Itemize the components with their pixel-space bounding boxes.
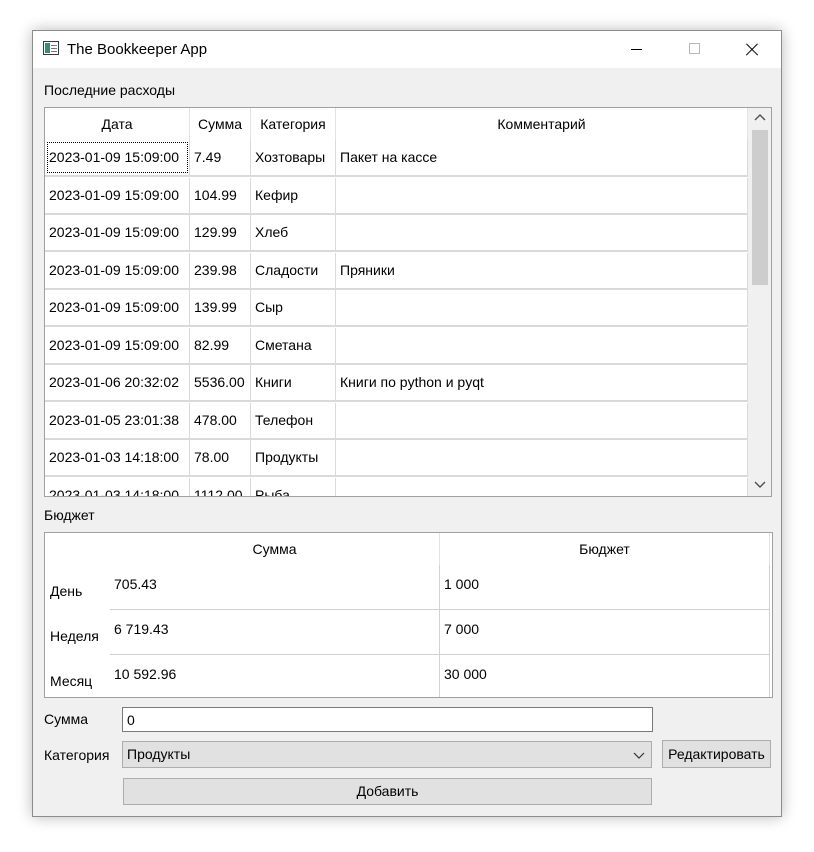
cell-category[interactable]: Хлеб [251, 215, 336, 250]
budget-table[interactable]: Сумма Бюджет День 705.43 1 000 Неделя 6 719.43… [44, 532, 773, 698]
table-row[interactable]: 2023-01-09 15:09:00 239.98 Сладости Пряники [45, 252, 748, 290]
cell-date[interactable]: 2023-01-03 14:18:00 [45, 440, 190, 475]
table-row[interactable]: 2023-01-09 15:09:00 139.99 Сыр [45, 290, 748, 327]
column-header[interactable]: Сумма [190, 108, 251, 140]
row-header[interactable]: День [45, 565, 110, 610]
cell-category[interactable]: Хозтовары [251, 140, 336, 175]
cell-category[interactable]: Сладости [251, 252, 336, 288]
sum-label: Сумма [44, 711, 88, 727]
scrollbar-thumb[interactable] [752, 130, 768, 285]
expenses-table[interactable]: Дата Сумма Категория Комментарий 2023-01-09… [44, 107, 772, 497]
app-icon [43, 41, 59, 55]
table-row[interactable]: 2023-01-09 15:09:00 7.49 Хозтовары Пакет на… [45, 140, 748, 177]
cell-category[interactable]: Кефир [251, 177, 336, 213]
cell-category[interactable]: Книги [251, 365, 336, 400]
expenses-section-label: Последние расходы [44, 82, 176, 98]
table-row[interactable]: 2023-01-09 15:09:00 129.99 Хлеб [45, 215, 748, 252]
cell-category[interactable]: Рыба [251, 477, 336, 496]
cell-date[interactable]: 2023-01-09 15:09:00 [45, 327, 190, 363]
cell-date[interactable]: 2023-01-06 20:32:02 [45, 365, 190, 400]
table-row[interactable]: 2023-01-06 20:32:02 5536.00 Книги Книги по … [45, 365, 748, 402]
cell-comment[interactable] [336, 327, 748, 363]
table-row[interactable]: 2023-01-03 14:18:00 78.00 Продукты [45, 440, 748, 477]
column-header[interactable]: Дата [45, 108, 190, 140]
add-button[interactable]: Добавить [123, 778, 652, 805]
cell-amount[interactable]: 478.00 [190, 402, 251, 438]
maximize-button[interactable] [665, 31, 723, 68]
cell-amount[interactable]: 1112.00 [190, 477, 251, 496]
cell-date[interactable]: 2023-01-09 15:09:00 [45, 290, 190, 325]
table-row[interactable]: 2023-01-09 15:09:00 104.99 Кефир [45, 177, 748, 215]
cell-sum[interactable]: 10 592.96 [110, 655, 440, 697]
table-row[interactable]: 2023-01-03 14:18:00 1112.00 Рыба [45, 477, 748, 496]
cell-comment[interactable] [336, 402, 748, 438]
cell-sum[interactable]: 705.43 [110, 565, 440, 610]
cell-comment[interactable]: Пряники [336, 252, 748, 288]
column-header[interactable]: Бюджет [440, 533, 770, 565]
table-row[interactable]: 2023-01-09 15:09:00 82.99 Сметана [45, 327, 748, 365]
cell-budget[interactable]: 1 000 [440, 565, 770, 610]
edit-button[interactable]: Редактировать [662, 740, 771, 768]
cell-amount[interactable]: 239.98 [190, 252, 251, 288]
cell-category[interactable]: Продукты [251, 440, 336, 475]
cell-amount[interactable]: 78.00 [190, 440, 251, 475]
budget-section-label: Бюджет [44, 507, 95, 523]
main-window: The Bookkeeper App Последние расходы Дат… [32, 30, 782, 817]
scroll-up-icon[interactable] [748, 108, 771, 128]
cell-amount[interactable]: 104.99 [190, 177, 251, 213]
column-header[interactable]: Категория [251, 108, 336, 140]
expenses-table-header: Дата Сумма Категория Комментарий [45, 108, 748, 140]
cell-amount[interactable]: 82.99 [190, 327, 251, 363]
row-header[interactable]: Месяц [45, 655, 110, 697]
category-select[interactable]: Продукты [122, 741, 652, 768]
cell-sum[interactable]: 6 719.43 [110, 610, 440, 655]
category-select-value: Продукты [127, 746, 191, 762]
cell-date[interactable]: 2023-01-09 15:09:00 [45, 177, 190, 213]
cell-category[interactable]: Телефон [251, 402, 336, 438]
minimize-button[interactable] [607, 31, 665, 68]
cell-comment[interactable] [336, 215, 748, 250]
cell-date[interactable]: 2023-01-03 14:18:00 [45, 477, 190, 496]
chevron-down-icon [633, 748, 645, 760]
cell-category[interactable]: Сметана [251, 327, 336, 363]
title-bar[interactable]: The Bookkeeper App [33, 31, 781, 68]
cell-amount[interactable]: 5536.00 [190, 365, 251, 400]
cell-date[interactable]: 2023-01-09 15:09:00 [45, 252, 190, 288]
expenses-scrollbar[interactable] [748, 108, 771, 496]
cell-date[interactable]: 2023-01-09 15:09:00 [45, 140, 190, 175]
cell-comment[interactable]: Пакет на кассе [336, 140, 748, 175]
table-row[interactable]: 2023-01-05 23:01:38 478.00 Телефон [45, 402, 748, 440]
cell-budget[interactable]: 7 000 [440, 610, 770, 655]
cell-date[interactable]: 2023-01-05 23:01:38 [45, 402, 190, 438]
cell-category[interactable]: Сыр [251, 290, 336, 325]
cell-comment[interactable]: Книги по python и pyqt [336, 365, 748, 400]
close-button[interactable] [723, 31, 781, 68]
sum-input[interactable] [122, 707, 653, 732]
cell-comment[interactable] [336, 477, 748, 496]
budget-table-corner [45, 533, 110, 565]
cell-amount[interactable]: 129.99 [190, 215, 251, 250]
column-header[interactable]: Комментарий [336, 108, 748, 140]
row-header[interactable]: Неделя [45, 610, 110, 655]
cell-budget[interactable]: 30 000 [440, 655, 770, 697]
column-header[interactable]: Сумма [110, 533, 440, 565]
category-label: Категория [44, 747, 110, 763]
cell-amount[interactable]: 139.99 [190, 290, 251, 325]
scroll-down-icon[interactable] [748, 476, 771, 496]
cell-comment[interactable] [336, 440, 748, 475]
cell-comment[interactable] [336, 177, 748, 213]
window-title: The Bookkeeper App [67, 41, 208, 58]
cell-comment[interactable] [336, 290, 748, 325]
cell-amount[interactable]: 7.49 [190, 140, 251, 175]
cell-date[interactable]: 2023-01-09 15:09:00 [45, 215, 190, 250]
